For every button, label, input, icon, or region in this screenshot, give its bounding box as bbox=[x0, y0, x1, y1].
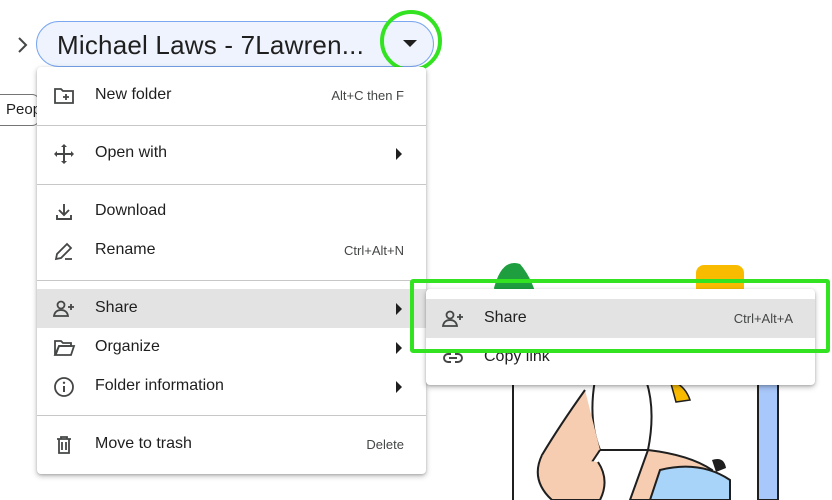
menu-divider bbox=[37, 280, 426, 281]
trash-icon bbox=[57, 436, 71, 454]
highlight-rectangle bbox=[410, 279, 830, 353]
download-icon bbox=[56, 204, 72, 220]
menu-item-label: New folder bbox=[95, 86, 172, 103]
menu-item-shortcut: Ctrl+Alt+N bbox=[344, 243, 404, 258]
menu-item-shortcut: Alt+C then F bbox=[331, 88, 404, 103]
open-with-icon bbox=[54, 144, 74, 164]
menu-item-label: Move to trash bbox=[95, 435, 192, 452]
menu-divider bbox=[37, 184, 426, 185]
submenu-arrow-icon bbox=[396, 381, 402, 393]
menu-divider bbox=[37, 415, 426, 416]
menu-item-label: Open with bbox=[95, 144, 168, 161]
folder-title: Michael Laws - 7Lawren... bbox=[57, 30, 365, 60]
new-folder-icon bbox=[54, 88, 74, 104]
menu-item-label: Share bbox=[95, 299, 138, 316]
menu-item-download[interactable]: Download bbox=[37, 192, 426, 231]
menu-item-organize[interactable]: Organize bbox=[37, 328, 426, 367]
menu-item-folder-information[interactable]: Folder information bbox=[37, 367, 426, 406]
menu-item-shortcut: Delete bbox=[366, 437, 404, 452]
folder-title-dropdown-button[interactable]: Michael Laws - 7Lawren... bbox=[36, 21, 434, 67]
submenu-arrow-icon bbox=[396, 148, 402, 160]
rename-icon bbox=[54, 242, 73, 261]
menu-item-label: Folder information bbox=[95, 377, 224, 394]
highlight-circle bbox=[380, 10, 442, 72]
submenu-arrow-icon bbox=[396, 342, 402, 354]
people-filter-chip[interactable]: People bbox=[0, 94, 40, 126]
menu-item-move-to-trash[interactable]: Move to trash Delete bbox=[37, 425, 426, 464]
menu-item-share[interactable]: Share bbox=[37, 289, 426, 328]
folder-open-icon bbox=[53, 340, 76, 356]
menu-item-new-folder[interactable]: New folder Alt+C then F bbox=[37, 76, 426, 115]
folder-context-menu: New folder Alt+C then F Open with Downlo… bbox=[37, 67, 426, 474]
menu-item-rename[interactable]: Rename Ctrl+Alt+N bbox=[37, 231, 426, 270]
submenu-arrow-icon bbox=[396, 303, 402, 315]
info-icon bbox=[54, 377, 74, 397]
chevron-right-icon[interactable] bbox=[12, 34, 34, 56]
menu-item-open-with[interactable]: Open with bbox=[37, 134, 426, 173]
menu-item-label: Download bbox=[95, 202, 167, 219]
menu-item-label: Rename bbox=[95, 241, 156, 258]
menu-item-label: Organize bbox=[95, 338, 160, 355]
menu-divider bbox=[37, 125, 426, 126]
add-person-icon bbox=[52, 300, 74, 317]
